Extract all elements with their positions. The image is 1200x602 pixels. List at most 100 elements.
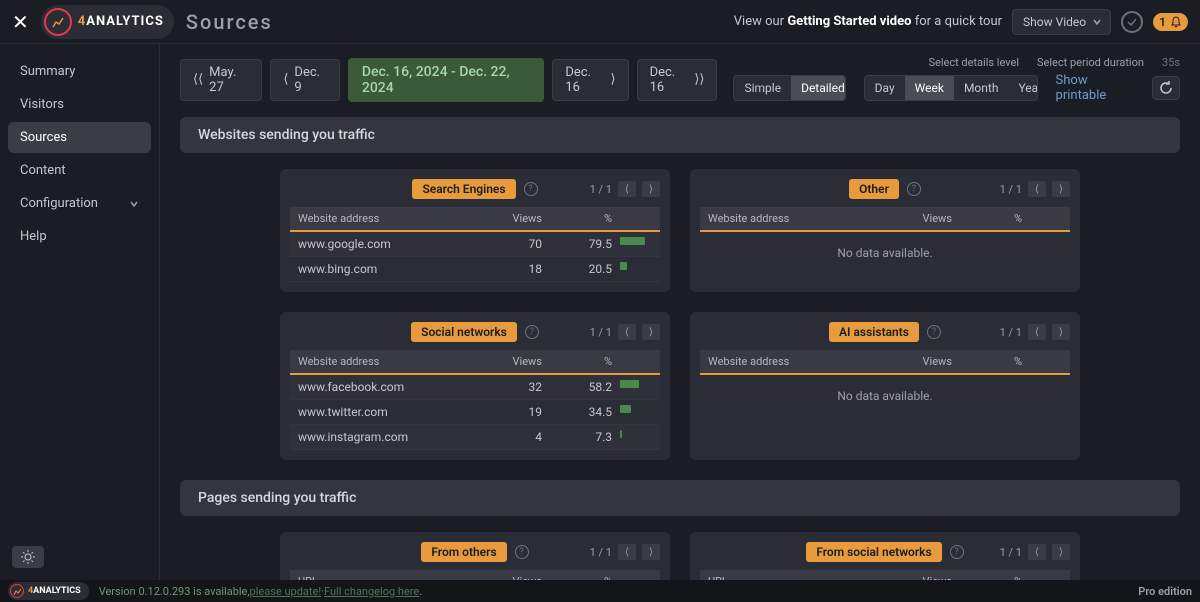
page-next-button[interactable]: ⟩	[1052, 181, 1070, 197]
chevron-down-icon	[129, 199, 139, 209]
details-segment: Simple Detailed	[733, 75, 845, 101]
page-indicator: 1 / 1	[590, 183, 612, 196]
chart-icon	[44, 8, 72, 36]
date-prev-button[interactable]: ⟨Dec. 9	[270, 59, 340, 101]
panel-social-networks: Social networks ? 1 / 1 ⟨ ⟩ Website addr…	[280, 312, 670, 460]
panel-ai-assistants: AI assistants ? 1 / 1 ⟨ ⟩ Website addres…	[690, 312, 1080, 460]
chevron-right-icon: ⟩	[610, 72, 615, 87]
sidebar: Summary Visitors Sources Content Configu…	[0, 44, 160, 580]
logo[interactable]: 4ANALYTICS	[41, 5, 174, 39]
period-week-button[interactable]: Week	[905, 76, 954, 100]
panel-title-badge: From social networks	[806, 542, 941, 562]
page-next-button[interactable]: ⟩	[642, 324, 660, 340]
panel-title-badge: Search Engines	[412, 179, 515, 199]
date-next-far-button[interactable]: Dec. 16⟩⟩	[637, 59, 718, 101]
details-detailed-button[interactable]: Detailed	[791, 76, 846, 100]
theme-toggle[interactable]	[12, 546, 44, 568]
panel-title-badge: Social networks	[411, 322, 517, 342]
no-data-text: No data available.	[700, 375, 1070, 417]
table-header: Website address Views %	[290, 350, 660, 375]
refresh-button[interactable]	[1152, 76, 1180, 100]
page-next-button[interactable]: ⟩	[642, 181, 660, 197]
table-header: Website address Views %	[290, 207, 660, 232]
table-header: URL Views %	[290, 570, 660, 580]
page-next-button[interactable]: ⟩	[642, 544, 660, 560]
page-next-button[interactable]: ⟩	[1052, 324, 1070, 340]
sidebar-item-summary[interactable]: Summary	[8, 56, 151, 87]
page-next-button[interactable]: ⟩	[1052, 544, 1070, 560]
page-prev-button[interactable]: ⟨	[618, 544, 636, 560]
notifications-badge[interactable]: 1	[1153, 13, 1188, 31]
table-header: URL Views %	[700, 570, 1070, 580]
date-range[interactable]: Dec. 16, 2024 - Dec. 22, 2024	[348, 58, 544, 102]
refresh-icon	[1159, 81, 1173, 95]
details-simple-button[interactable]: Simple	[734, 76, 791, 100]
help-icon[interactable]: ?	[515, 545, 529, 559]
period-segment: Day Week Month Year	[864, 75, 1038, 101]
sidebar-item-help[interactable]: Help	[8, 221, 151, 252]
panel-search-engines: Search Engines ? 1 / 1 ⟨ ⟩ Website addre…	[280, 169, 670, 292]
help-icon[interactable]: ?	[525, 325, 539, 339]
refresh-timer: 35s	[1162, 56, 1180, 69]
logo-text: 4ANALYTICS	[78, 14, 164, 29]
date-next-button[interactable]: Dec. 16⟩	[552, 59, 628, 101]
page-prev-button[interactable]: ⟨	[1028, 181, 1046, 197]
sidebar-item-sources[interactable]: Sources	[8, 122, 151, 153]
table-row: www.bing.com1820.5	[290, 257, 660, 282]
table-row: www.twitter.com1934.5	[290, 400, 660, 425]
page-prev-button[interactable]: ⟨	[1028, 544, 1046, 560]
version-text: Version 0.12.0.293 is available,	[99, 585, 250, 598]
panel-title-badge: From others	[421, 542, 506, 562]
help-icon[interactable]: ?	[950, 545, 964, 559]
chart-icon	[10, 584, 24, 598]
chevron-down-icon	[1092, 17, 1102, 27]
help-icon[interactable]: ?	[907, 182, 921, 196]
table-header: Website address Views %	[700, 350, 1070, 375]
no-data-text: No data available.	[700, 232, 1070, 274]
table-row: www.google.com7079.5	[290, 232, 660, 257]
chevron-dbl-left-icon: ⟨⟨	[193, 72, 203, 87]
page-prev-button[interactable]: ⟨	[618, 324, 636, 340]
help-icon[interactable]: ?	[524, 182, 538, 196]
table-row: www.instagram.com47.3	[290, 425, 660, 450]
period-year-button[interactable]: Year	[1008, 76, 1037, 100]
page-indicator: 1 / 1	[1000, 183, 1022, 196]
section-websites-header: Websites sending you traffic	[180, 117, 1180, 153]
notif-count: 1	[1159, 15, 1166, 29]
chevron-left-icon: ⟨	[283, 72, 288, 87]
section-pages-header: Pages sending you traffic	[180, 480, 1180, 516]
period-day-button[interactable]: Day	[865, 76, 905, 100]
page-indicator: 1 / 1	[590, 546, 612, 559]
page-title: Sources	[186, 10, 273, 34]
sun-icon	[21, 550, 35, 564]
show-video-select[interactable]: Show Video	[1012, 9, 1111, 35]
page-prev-button[interactable]: ⟨	[1028, 324, 1046, 340]
sidebar-item-visitors[interactable]: Visitors	[8, 89, 151, 120]
details-label: Select details level	[928, 56, 1019, 69]
sidebar-item-configuration[interactable]: Configuration	[8, 188, 151, 219]
table-header: Website address Views %	[700, 207, 1070, 232]
update-link[interactable]: please update!	[250, 585, 322, 598]
panel-title-badge: Other	[849, 179, 899, 199]
date-prev-far-button[interactable]: ⟨⟨May. 27	[180, 59, 262, 101]
help-icon[interactable]: ?	[927, 325, 941, 339]
period-label: Select period duration	[1037, 56, 1144, 69]
page-indicator: 1 / 1	[590, 326, 612, 339]
edition-label: Pro edition	[1138, 585, 1192, 598]
changelog-link[interactable]: Full changelog here	[324, 585, 419, 598]
table-row: www.facebook.com3258.2	[290, 375, 660, 400]
sidebar-item-content[interactable]: Content	[8, 155, 151, 186]
check-icon[interactable]	[1121, 11, 1143, 33]
panel-title-badge: AI assistants	[829, 322, 919, 342]
page-indicator: 1 / 1	[1000, 326, 1022, 339]
close-icon[interactable]: ✕	[12, 10, 29, 34]
video-prompt: View our Getting Started video for a qui…	[734, 14, 1002, 29]
period-month-button[interactable]: Month	[954, 76, 1008, 100]
bell-icon	[1170, 16, 1182, 28]
page-indicator: 1 / 1	[1000, 546, 1022, 559]
page-prev-button[interactable]: ⟨	[618, 181, 636, 197]
chevron-dbl-right-icon: ⟩⟩	[694, 72, 704, 87]
panel-from-social: From social networks ? 1 / 1 ⟨ ⟩ URL Vie…	[690, 532, 1080, 580]
show-printable-link[interactable]: Show printable	[1056, 73, 1135, 103]
footer-logo[interactable]: 4ANALYTICS	[8, 582, 89, 600]
